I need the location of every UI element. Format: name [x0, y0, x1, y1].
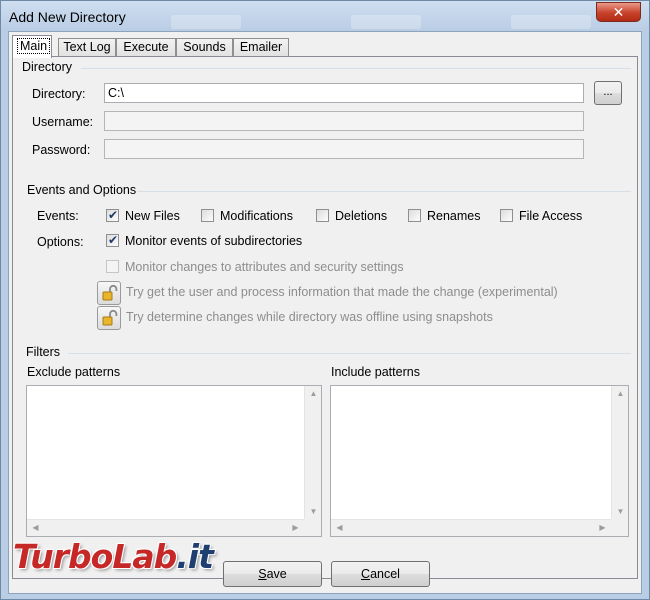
checkbox-box[interactable]	[500, 209, 513, 222]
tab-label: Text Log	[63, 40, 111, 54]
cancel-button[interactable]: Cancel	[331, 561, 430, 587]
vertical-scrollbar[interactable]: ▲ ▼	[611, 386, 628, 519]
include-patterns-list[interactable]: ▲ ▼ ◀ ▶	[330, 385, 629, 537]
scroll-right-icon[interactable]: ▶	[594, 523, 611, 532]
checkbox-box[interactable]	[106, 260, 119, 273]
dialog-client-area: Main Text Log Execute Sounds Emailer Dir…	[8, 31, 642, 594]
scrollbar-corner	[304, 519, 321, 536]
group-divider	[81, 68, 631, 69]
padlock-icon	[102, 284, 118, 301]
scroll-down-icon[interactable]: ▼	[612, 507, 629, 516]
password-label: Password:	[32, 143, 91, 157]
checkbox-label: New Files	[125, 209, 180, 223]
directory-label: Directory:	[32, 87, 86, 101]
checkbox-box[interactable]	[106, 208, 119, 222]
checkbox-box[interactable]	[408, 209, 421, 222]
scrollbar-corner	[611, 519, 628, 536]
group-title-filters: Filters	[26, 345, 61, 359]
checkbox-box[interactable]	[106, 233, 119, 247]
tab-page-main: Directory Directory: C:\ ... Username: P…	[12, 56, 638, 579]
directory-input[interactable]: C:\	[104, 83, 584, 103]
window-title: Add New Directory	[9, 9, 126, 25]
scroll-up-icon[interactable]: ▲	[305, 389, 322, 398]
dialog-window: Add New Directory ✕ Main Text Log Execut…	[0, 0, 650, 600]
background-blur	[351, 15, 421, 29]
vertical-scrollbar[interactable]: ▲ ▼	[304, 386, 321, 519]
scroll-right-icon[interactable]: ▶	[287, 523, 304, 532]
checkbox-monitor-attributes[interactable]: Monitor changes to attributes and securi…	[106, 260, 404, 276]
checkbox-label: File Access	[519, 209, 583, 223]
checkbox-monitor-subdirectories[interactable]: Monitor events of subdirectories	[106, 233, 303, 250]
options-label: Options:	[37, 235, 84, 249]
unlock-offline-button[interactable]	[97, 306, 121, 330]
group-title-directory: Directory	[22, 60, 73, 74]
tab-label: Emailer	[239, 40, 283, 54]
horizontal-scrollbar[interactable]: ◀ ▶	[27, 519, 304, 536]
tab-text-log[interactable]: Text Log	[58, 38, 116, 57]
tab-sounds[interactable]: Sounds	[176, 38, 233, 57]
background-blur	[511, 15, 591, 29]
unlock-user-info-button[interactable]	[97, 281, 121, 305]
checkbox-new-files[interactable]: New Files	[106, 208, 180, 225]
checkbox-box[interactable]	[201, 209, 214, 222]
group-divider	[137, 191, 631, 192]
cancel-label: ancel	[370, 567, 400, 581]
padlock-icon	[102, 309, 118, 326]
username-label: Username:	[32, 115, 94, 129]
checkbox-label: Modifications	[220, 209, 293, 223]
include-patterns-label: Include patterns	[331, 365, 420, 379]
checkbox-file-access[interactable]: File Access	[500, 209, 582, 225]
checkbox-label: Monitor events of subdirectories	[125, 234, 303, 248]
checkbox-label: Monitor changes to attributes and securi…	[125, 260, 404, 274]
scroll-up-icon[interactable]: ▲	[612, 389, 629, 398]
tab-label: Sounds	[183, 40, 226, 54]
close-icon: ✕	[612, 4, 625, 20]
checkbox-label: Deletions	[335, 209, 388, 223]
save-mnemonic: S	[258, 567, 267, 581]
save-label: ave	[266, 567, 287, 581]
tab-execute[interactable]: Execute	[116, 38, 176, 57]
close-button[interactable]: ✕	[596, 2, 641, 22]
exclude-patterns-label: Exclude patterns	[27, 365, 121, 379]
tab-label: Main	[17, 38, 51, 54]
checkbox-modifications[interactable]: Modifications	[201, 209, 293, 225]
background-blur	[171, 15, 241, 29]
username-input[interactable]	[104, 111, 584, 131]
horizontal-scrollbar[interactable]: ◀ ▶	[331, 519, 611, 536]
save-button[interactable]: Save	[223, 561, 322, 587]
scroll-left-icon[interactable]: ◀	[27, 523, 44, 532]
events-label: Events:	[37, 209, 79, 223]
checkbox-box[interactable]	[316, 209, 329, 222]
scroll-left-icon[interactable]: ◀	[331, 523, 348, 532]
browse-button[interactable]: ...	[594, 81, 622, 105]
exclude-patterns-list[interactable]: ▲ ▼ ◀ ▶	[26, 385, 322, 537]
try-offline-text: Try determine changes while directory wa…	[126, 310, 493, 324]
cancel-mnemonic: C	[361, 567, 371, 581]
tab-emailer[interactable]: Emailer	[233, 38, 289, 57]
scroll-down-icon[interactable]: ▼	[305, 507, 322, 516]
try-user-info-text: Try get the user and process information…	[126, 285, 558, 299]
password-input[interactable]	[104, 139, 584, 159]
checkbox-label: Renames	[427, 209, 481, 223]
title-bar[interactable]: Add New Directory ✕	[1, 1, 649, 31]
checkbox-deletions[interactable]: Deletions	[316, 209, 387, 225]
group-divider	[68, 353, 631, 354]
group-title-events: Events and Options	[27, 183, 137, 197]
tab-main[interactable]: Main	[12, 35, 52, 58]
tab-label: Execute	[123, 40, 169, 54]
checkbox-renames[interactable]: Renames	[408, 209, 481, 225]
